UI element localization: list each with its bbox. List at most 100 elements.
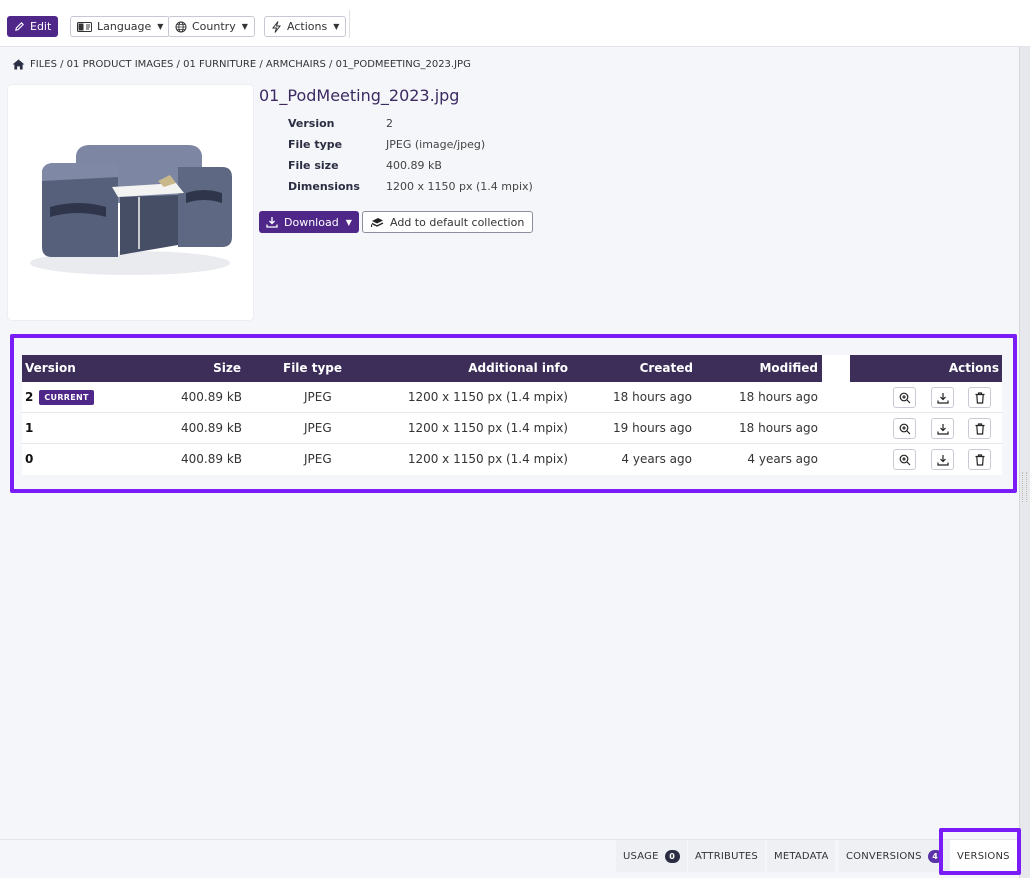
created-cell: 4 years ago [621, 452, 692, 466]
version-number: 1 [25, 421, 34, 435]
col-file-type[interactable]: File type [283, 355, 342, 382]
meta-key: Version [288, 117, 335, 130]
tab-usage[interactable]: USAGE 0 [616, 840, 687, 872]
lightning-icon [271, 20, 282, 33]
tab-label: USAGE [623, 850, 659, 862]
breadcrumb-path[interactable]: FILES / 01 PRODUCT IMAGES / 01 FURNITURE… [30, 59, 471, 70]
download-version-button[interactable] [931, 418, 954, 439]
tab-attributes[interactable]: ATTRIBUTES [688, 840, 765, 872]
usage-count-badge: 0 [664, 849, 680, 863]
caret-down-icon: ▼ [157, 22, 164, 31]
trash-icon [975, 391, 984, 404]
armchair-pod-image [30, 145, 232, 275]
toolbar-divider [349, 10, 350, 38]
col-size[interactable]: Size [142, 355, 241, 382]
meta-key: File size [288, 159, 339, 172]
meta-row-dimensions: Dimensions 1200 x 1150 px (1.4 mpix) [288, 179, 533, 200]
meta-row-file-size: File size 400.89 kB [288, 158, 533, 179]
meta-key: File type [288, 138, 343, 151]
version-number: 2 [25, 390, 34, 404]
country-dropdown[interactable]: Country ▼ [168, 16, 255, 37]
language-dropdown[interactable]: Language ▼ [70, 16, 171, 37]
language-icon [77, 21, 92, 32]
current-badge: CURRENT [39, 390, 94, 405]
download-version-button[interactable] [931, 449, 954, 470]
add-to-collection-button[interactable]: Add to default collection [362, 211, 534, 233]
home-icon[interactable] [12, 59, 25, 70]
table-row: 0 400.89 kB JPEG 1200 x 1150 px (1.4 mpi… [22, 444, 1002, 475]
version-number: 0 [25, 452, 34, 466]
zoom-in-icon [899, 392, 910, 403]
trash-icon [975, 422, 984, 435]
table-row: 2 CURRENT 400.89 kB JPEG 1200 x 1150 px (… [22, 382, 1002, 413]
version-cell: 2 CURRENT [25, 382, 94, 412]
versions-table: Version Size File type Additional info C… [22, 355, 1002, 475]
size-cell: 400.89 kB [181, 390, 242, 404]
meta-row-version: Version 2 [288, 116, 533, 137]
type-cell: JPEG [304, 421, 332, 435]
version-cell: 0 [25, 444, 33, 474]
download-button[interactable]: Download ▼ [259, 211, 359, 233]
tab-metadata[interactable]: METADATA [767, 840, 836, 872]
meta-row-file-type: File type JPEG (image/jpeg) [288, 137, 533, 158]
info-cell: 1200 x 1150 px (1.4 mpix) [407, 390, 568, 404]
language-label: Language [97, 20, 152, 33]
table-row: 1 400.89 kB JPEG 1200 x 1150 px (1.4 mpi… [22, 413, 1002, 444]
meta-value: 400.89 kB [386, 159, 442, 172]
meta-value: 2 [386, 117, 393, 130]
collection-stack-icon [371, 217, 384, 227]
actions-label: Actions [287, 20, 328, 33]
col-modified[interactable]: Modified [722, 355, 818, 382]
delete-button[interactable] [968, 449, 991, 470]
zoom-in-icon [899, 454, 910, 465]
caret-down-icon: ▼ [345, 217, 352, 227]
created-cell: 19 hours ago [613, 421, 692, 435]
zoom-button[interactable] [893, 387, 916, 408]
type-cell: JPEG [304, 390, 332, 404]
file-metadata: Version 2 File type JPEG (image/jpeg) Fi… [288, 116, 533, 200]
tab-label: CONVERSIONS [846, 850, 922, 862]
meta-value: JPEG (image/jpeg) [386, 138, 486, 151]
download-version-button[interactable] [931, 387, 954, 408]
size-cell: 400.89 kB [181, 421, 242, 435]
caret-down-icon: ▼ [333, 22, 340, 31]
version-cell: 1 [25, 413, 33, 443]
col-actions: Actions [948, 361, 999, 375]
delete-button[interactable] [968, 387, 991, 408]
versions-tab-highlight [939, 828, 1021, 875]
collection-label: Add to default collection [390, 215, 525, 229]
zoom-button[interactable] [893, 418, 916, 439]
file-thumbnail [8, 85, 253, 320]
col-additional-info[interactable]: Additional info [362, 355, 568, 382]
download-icon [936, 423, 949, 435]
toolbar: Edit Language ▼ Country ▼ Actions ▼ [0, 0, 1030, 47]
download-label: Download [284, 215, 339, 229]
col-created[interactable]: Created [602, 355, 693, 382]
download-icon [266, 217, 278, 228]
globe-icon [175, 21, 187, 32]
meta-value: 1200 x 1150 px (1.4 mpix) [386, 180, 533, 193]
actions-dropdown[interactable]: Actions ▼ [264, 16, 347, 37]
download-icon [936, 392, 949, 404]
created-cell: 18 hours ago [613, 390, 692, 404]
zoom-in-icon [899, 423, 910, 434]
edit-button[interactable]: Edit [7, 16, 59, 37]
tab-label: ATTRIBUTES [695, 850, 758, 862]
modified-cell: 18 hours ago [739, 421, 818, 435]
right-resize-strip[interactable] [1019, 47, 1030, 878]
header-gap [822, 355, 850, 382]
resize-grip[interactable] [1022, 472, 1027, 502]
trash-icon [975, 453, 984, 466]
type-cell: JPEG [304, 452, 332, 466]
caret-down-icon: ▼ [241, 22, 248, 31]
delete-button[interactable] [968, 418, 991, 439]
zoom-button[interactable] [893, 449, 916, 470]
tab-conversions[interactable]: CONVERSIONS 4 [839, 840, 950, 872]
breadcrumb: FILES / 01 PRODUCT IMAGES / 01 FURNITURE… [12, 59, 471, 70]
download-icon [936, 454, 949, 466]
tab-label: METADATA [774, 850, 829, 862]
file-name-title: 01_PodMeeting_2023.jpg [259, 86, 460, 105]
col-version[interactable]: Version [25, 355, 76, 382]
size-cell: 400.89 kB [181, 452, 242, 466]
edit-label: Edit [30, 20, 52, 33]
